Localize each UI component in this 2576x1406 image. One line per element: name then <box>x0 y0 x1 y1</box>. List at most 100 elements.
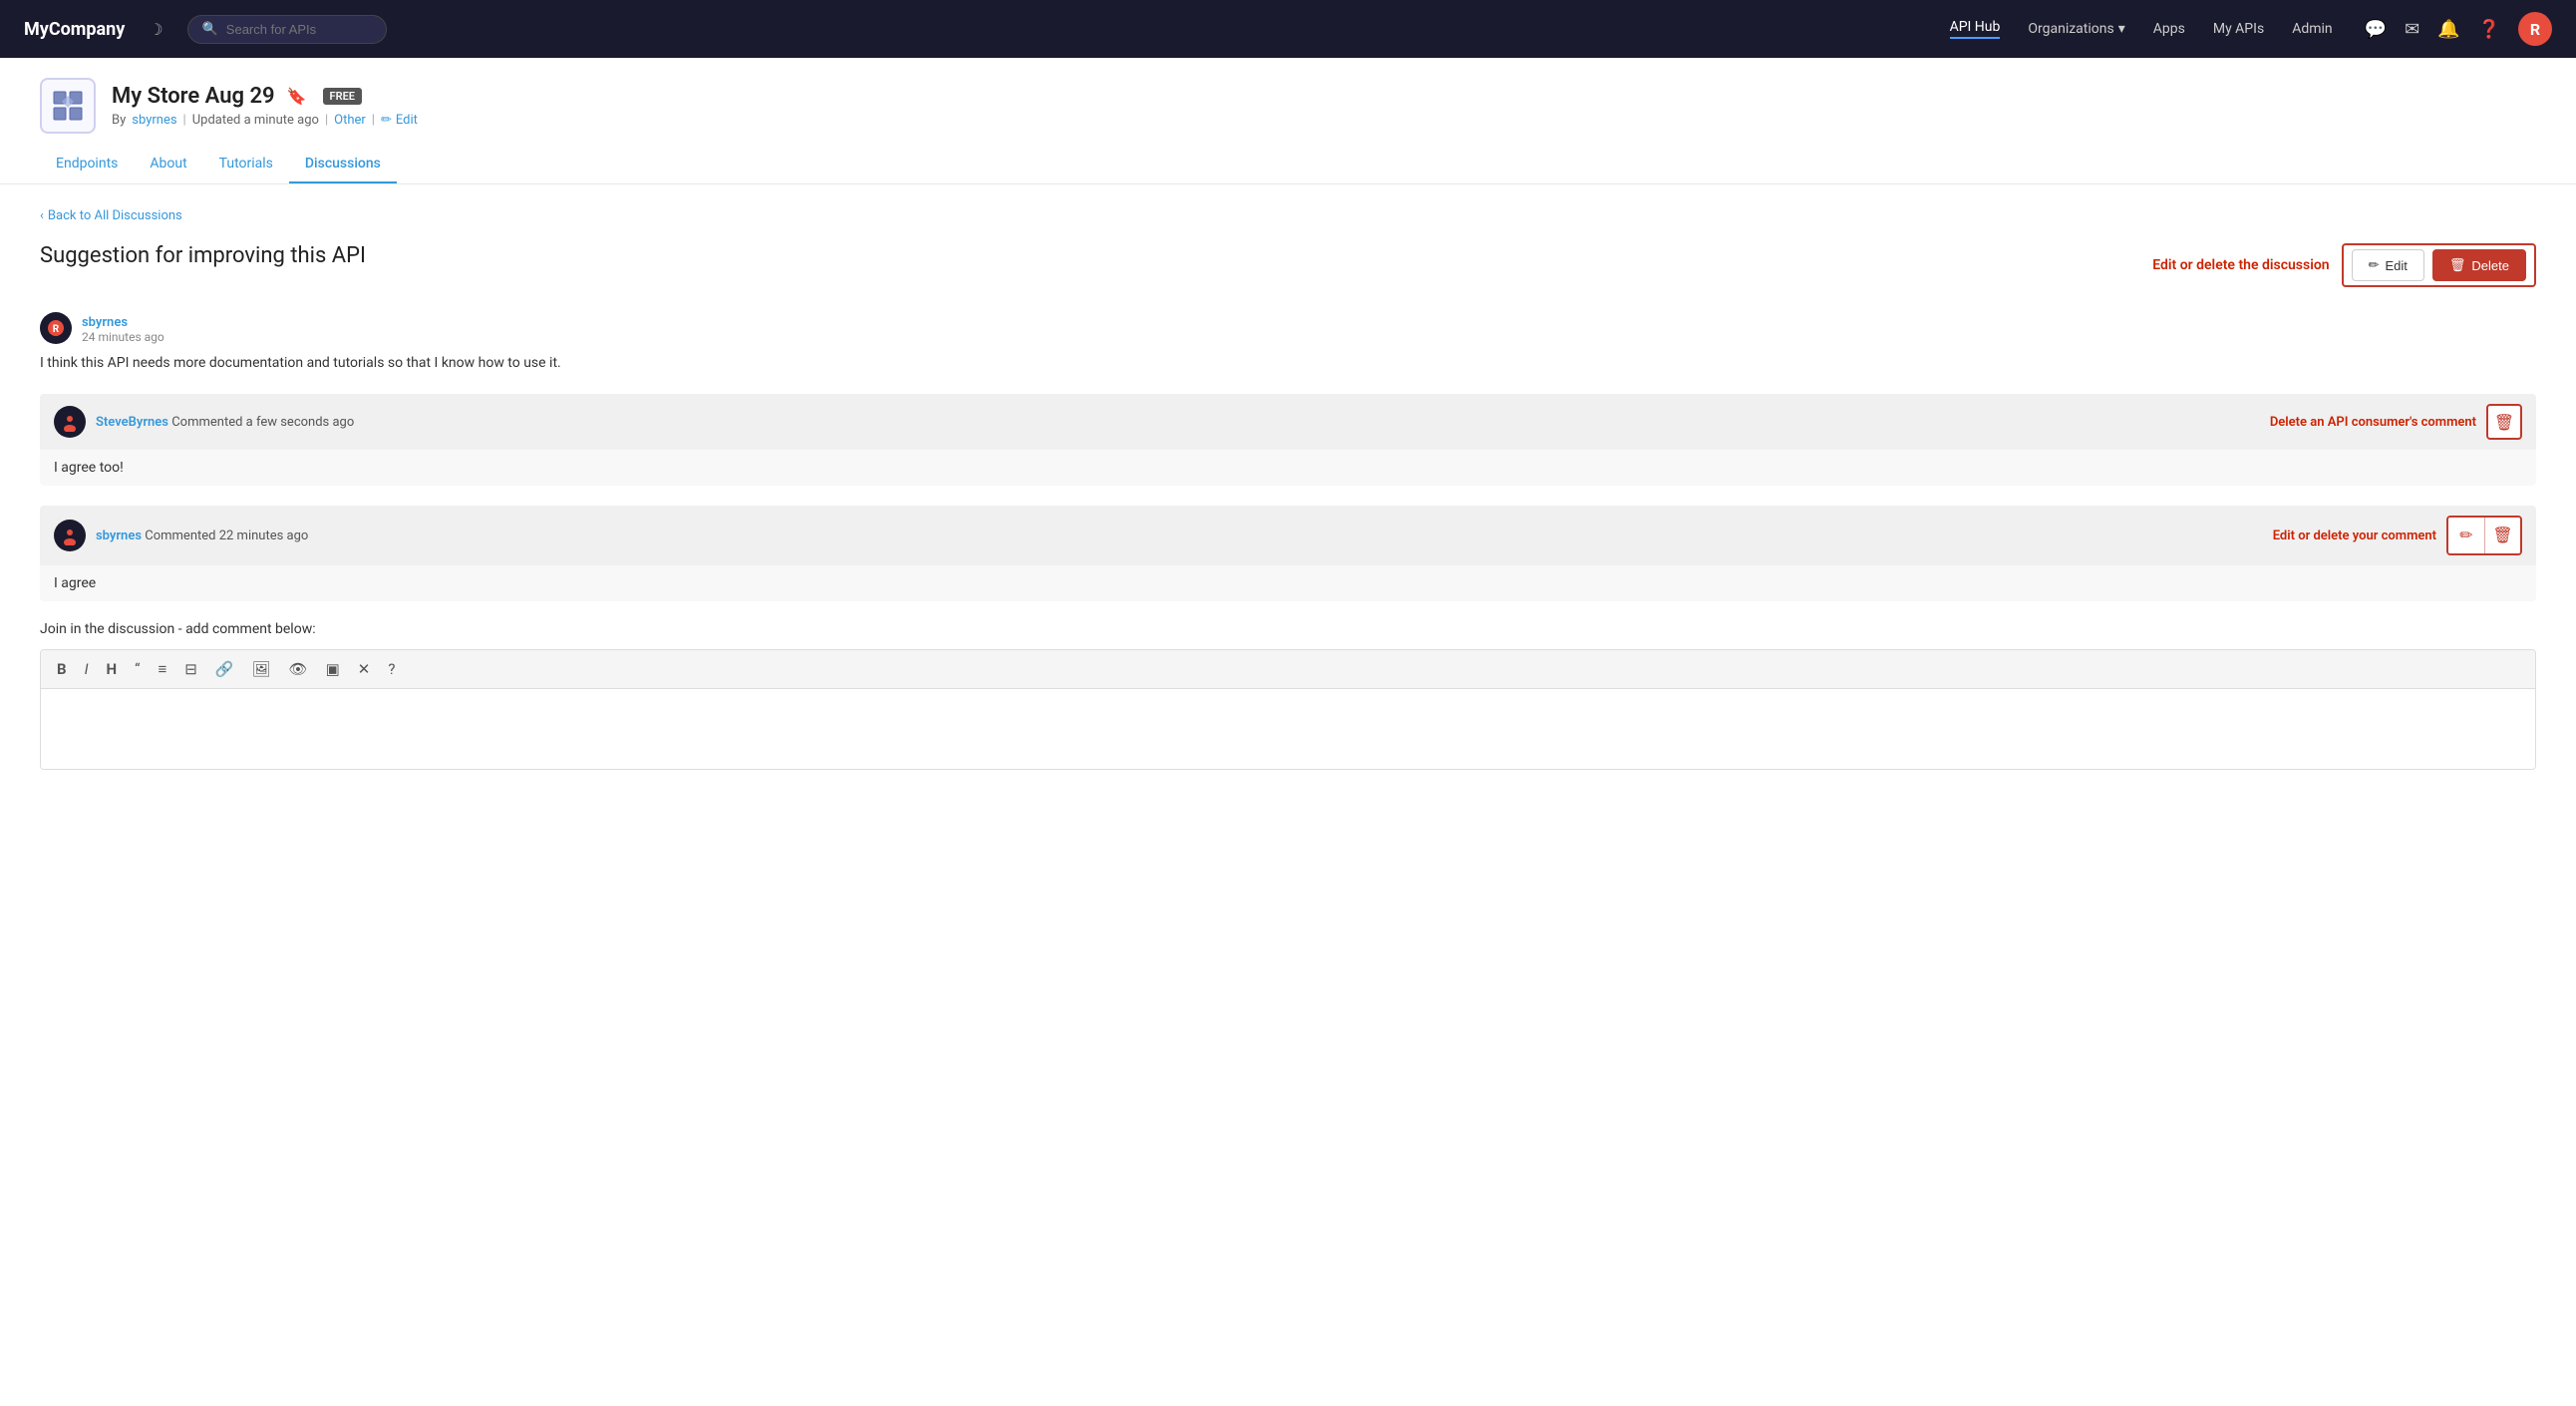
discussion-header: Suggestion for improving this API Edit o… <box>40 243 2536 287</box>
navbar: MyCompany ☽ 🔍 API Hub Organizations ▾ Ap… <box>0 0 2576 58</box>
api-title-info: My Store Aug 29 🔖 FREE By sbyrnes | Upda… <box>112 84 418 128</box>
edit-delete-actions-box: ✏ Edit 🗑 Delete <box>2342 243 2536 287</box>
bell-icon[interactable]: 🔔 <box>2437 19 2459 40</box>
reply-header-0: SteveByrnes Commented a few seconds ago … <box>40 394 2536 450</box>
edit-delete-discussion-label: Edit or delete the discussion <box>2152 257 2329 273</box>
page-content: My Store Aug 29 🔖 FREE By sbyrnes | Upda… <box>0 58 2576 1406</box>
delete-reply-0-button[interactable]: 🗑 <box>2486 404 2522 440</box>
original-comment-avatar: R <box>40 312 72 344</box>
reply-author-info-0: SteveByrnes Commented a few seconds ago <box>54 406 354 438</box>
nav-link-api-hub[interactable]: API Hub <box>1950 19 2001 39</box>
api-title: My Store Aug 29 <box>112 84 275 109</box>
reply-1-action-btns: ✏ 🗑 <box>2446 516 2522 555</box>
mail-icon[interactable]: ✉ <box>2405 19 2419 40</box>
meta-by: By <box>112 113 126 128</box>
edit-pencil-icon: ✏ <box>381 113 392 128</box>
original-comment-author[interactable]: sbyrnes <box>82 315 128 330</box>
api-icon-svg <box>50 88 86 124</box>
editor-preview-button[interactable]: 👁 <box>285 658 312 680</box>
discussion-actions: Edit or delete the discussion ✏ Edit 🗑 D… <box>2152 243 2536 287</box>
nav-links: API Hub Organizations ▾ Apps My APIs Adm… <box>1950 19 2333 39</box>
edit-reply-1-button[interactable]: ✏ <box>2448 518 2484 553</box>
reply-block-1: sbyrnes Commented 22 minutes ago Edit or… <box>40 506 2536 601</box>
reply-header-1: sbyrnes Commented 22 minutes ago Edit or… <box>40 506 2536 565</box>
reply-action-area-1: Edit or delete your comment ✏ 🗑 <box>2273 516 2522 555</box>
api-icon <box>40 78 96 134</box>
user-avatar[interactable]: R <box>2518 12 2552 46</box>
editor-italic-button[interactable]: I <box>81 658 93 680</box>
editor-side-by-side-button[interactable]: ▣ <box>322 658 344 680</box>
reply-author-0[interactable]: SteveByrnes <box>96 415 168 430</box>
editor-bold-button[interactable]: B <box>53 658 71 680</box>
discussion-title: Suggestion for improving this API <box>40 243 366 268</box>
bookmark-icon[interactable]: 🔖 <box>287 87 307 106</box>
reply-meta-0: SteveByrnes Commented a few seconds ago <box>96 415 354 430</box>
comment-editor: B I H “ ≡ ⊟ 🔗 🖼 👁 ▣ ✕ ? <box>40 649 2536 770</box>
search-input[interactable] <box>226 22 372 37</box>
main-content: ‹ Back to All Discussions Suggestion for… <box>0 184 2576 794</box>
tab-about[interactable]: About <box>134 146 202 183</box>
search-icon: 🔍 <box>202 22 218 37</box>
api-updated: Updated a minute ago <box>192 113 319 128</box>
search-bar[interactable]: 🔍 <box>187 15 387 44</box>
editor-image-button[interactable]: 🖼 <box>247 658 274 680</box>
editor-toolbar: B I H “ ≡ ⊟ 🔗 🖼 👁 ▣ ✕ ? <box>41 650 2535 689</box>
api-tabs: Endpoints About Tutorials Discussions <box>40 146 2536 183</box>
help-icon[interactable]: ❓ <box>2478 19 2500 40</box>
reply-meta-1: sbyrnes Commented 22 minutes ago <box>96 528 308 543</box>
reply-avatar-0 <box>54 406 86 438</box>
reply-avatar-icon-0 <box>60 412 80 432</box>
api-header: My Store Aug 29 🔖 FREE By sbyrnes | Upda… <box>0 58 2576 184</box>
free-badge: FREE <box>323 88 362 105</box>
api-meta: By sbyrnes | Updated a minute ago | Othe… <box>112 113 418 128</box>
reply-block-0: SteveByrnes Commented a few seconds ago … <box>40 394 2536 486</box>
navbar-icons: 💬 ✉ 🔔 ❓ R <box>2365 12 2552 46</box>
editor-help-button[interactable]: ? <box>384 658 399 680</box>
api-edit-link[interactable]: ✏ Edit <box>381 113 418 128</box>
reply-author-1[interactable]: sbyrnes <box>96 528 142 543</box>
editor-unordered-list-button[interactable]: ≡ <box>154 658 170 680</box>
original-comment-author-row: R sbyrnes 24 minutes ago <box>40 311 2536 344</box>
tab-endpoints[interactable]: Endpoints <box>40 146 134 183</box>
delete-discussion-button[interactable]: 🗑 Delete <box>2432 249 2526 281</box>
reply-body-0: I agree too! <box>40 450 2536 486</box>
original-comment-time: 24 minutes ago <box>82 330 164 344</box>
original-comment-body: I think this API needs more documentatio… <box>40 352 2536 374</box>
chevron-down-icon: ▾ <box>2118 21 2125 37</box>
editor-fullscreen-button[interactable]: ✕ <box>354 658 375 680</box>
delete-reply-1-button[interactable]: 🗑 <box>2484 518 2520 553</box>
separator2: | <box>325 113 328 128</box>
reply-body-1: I agree <box>40 565 2536 601</box>
comment-input-area[interactable] <box>41 689 2535 769</box>
trash-icon: 🗑 <box>2449 257 2466 273</box>
editor-link-button[interactable]: 🔗 <box>211 658 238 680</box>
join-discussion-label: Join in the discussion - add comment bel… <box>40 621 2536 637</box>
api-category[interactable]: Other <box>334 113 366 128</box>
edit-discussion-button[interactable]: ✏ Edit <box>2352 249 2424 281</box>
nav-link-my-apis[interactable]: My APIs <box>2213 21 2264 37</box>
nav-link-admin[interactable]: Admin <box>2292 21 2332 37</box>
editor-quote-button[interactable]: “ <box>131 658 144 680</box>
editor-ordered-list-button[interactable]: ⊟ <box>180 658 201 680</box>
editor-heading-button[interactable]: H <box>103 658 122 680</box>
original-comment: R sbyrnes 24 minutes ago I think this AP… <box>40 311 2536 374</box>
brand-logo[interactable]: MyCompany <box>24 19 125 40</box>
delete-consumer-comment-label: Delete an API consumer's comment <box>2270 415 2476 430</box>
dark-mode-icon[interactable]: ☽ <box>149 20 162 39</box>
separator1: | <box>183 113 186 128</box>
chat-icon[interactable]: 💬 <box>2365 19 2387 40</box>
api-author[interactable]: sbyrnes <box>132 113 176 128</box>
tab-tutorials[interactable]: Tutorials <box>203 146 289 183</box>
back-to-discussions-link[interactable]: ‹ Back to All Discussions <box>40 208 2536 223</box>
separator3: | <box>372 113 375 128</box>
nav-link-organizations[interactable]: Organizations ▾ <box>2028 21 2124 37</box>
avatar-icon: R <box>46 318 66 338</box>
nav-link-apps[interactable]: Apps <box>2153 21 2185 37</box>
svg-text:R: R <box>53 324 60 335</box>
api-title-row: My Store Aug 29 🔖 FREE By sbyrnes | Upda… <box>40 78 2536 134</box>
reply-avatar-1 <box>54 520 86 551</box>
tab-discussions[interactable]: Discussions <box>289 146 397 183</box>
reply-action-area-0: Delete an API consumer's comment 🗑 <box>2270 404 2522 440</box>
edit-icon: ✏ <box>2369 257 2380 273</box>
reply-author-info-1: sbyrnes Commented 22 minutes ago <box>54 520 308 551</box>
